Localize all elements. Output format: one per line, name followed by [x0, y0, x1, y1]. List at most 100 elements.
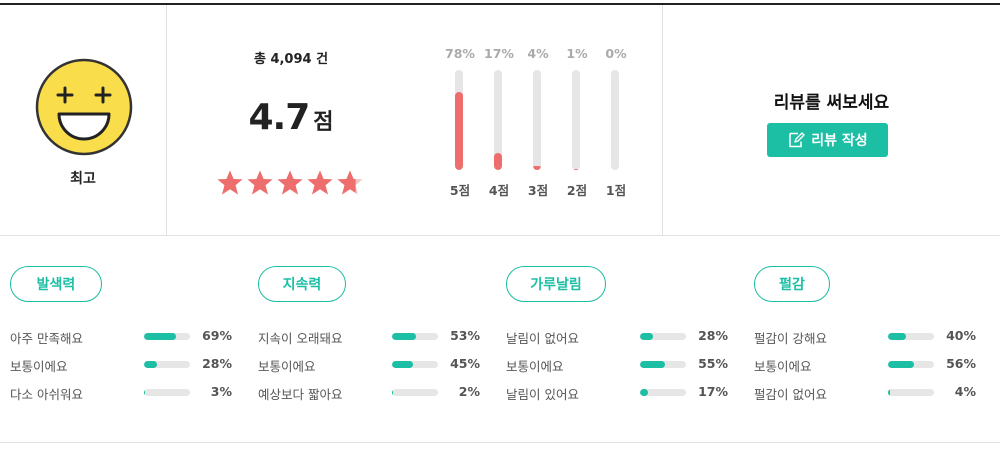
grade-panel: 최고: [0, 5, 166, 236]
attribute-title: 가루날림: [506, 266, 606, 302]
attribute-option-percent: 28%: [202, 356, 232, 371]
star-icon: [277, 170, 303, 195]
distribution-bar-track: [533, 70, 541, 170]
distribution-column: 4% 3점: [518, 5, 558, 236]
distribution-bar-track: [455, 70, 463, 170]
attribute-group: 펄감펄감이 강해요 40% 보통이에요 56% 펄감이 없어요 4%: [744, 236, 976, 443]
distribution-label: 1점: [605, 183, 627, 198]
bottom-divider: [0, 442, 1000, 443]
distribution-bar-track: [572, 70, 580, 170]
total-review-count: 총 4,094 건: [253, 52, 329, 67]
distribution-bar-track: [494, 70, 502, 170]
attribute-bar-track: [888, 361, 934, 368]
attribute-bar-track: [144, 361, 190, 368]
write-review-button[interactable]: 리뷰 작성: [767, 123, 888, 157]
attribute-option-label: 날림이 없어요: [506, 331, 579, 346]
attribute-bar-track: [888, 389, 934, 396]
distribution-bar-fill: [494, 153, 502, 170]
attribute-option-label: 보통이에요: [10, 359, 68, 374]
attribute-option-row: 날림이 없어요 28%: [506, 328, 728, 346]
attribute-option-label: 보통이에요: [754, 359, 812, 374]
attribute-bar-fill: [640, 361, 666, 368]
attribute-bar-track: [144, 389, 190, 396]
attribute-option-label: 지속이 오래돼요: [258, 331, 343, 346]
distribution-label: 3점: [527, 183, 549, 198]
attribute-bar-track: [640, 333, 686, 340]
attribute-bar-fill: [888, 389, 890, 396]
distribution-percent: 1%: [566, 46, 588, 61]
score-panel: 총 4,094 건 4.7 점: [166, 5, 416, 236]
distribution-label: 5점: [449, 183, 471, 198]
attribute-group: 발색력 아주 만족해요 69% 보통이에요 28% 다소 아쉬워요 3%: [0, 236, 232, 443]
distribution-bar-fill: [533, 166, 541, 170]
attribute-option-percent: 17%: [698, 384, 728, 399]
distribution-label: 2점: [566, 183, 588, 198]
attribute-option-label: 예상보다 짧아요: [258, 387, 343, 402]
attribute-bar-track: [144, 333, 190, 340]
attribute-bar-track: [888, 333, 934, 340]
attribute-bar-fill: [640, 333, 653, 340]
pencil-edit-icon: [789, 132, 805, 148]
attribute-option-row: 보통이에요 45%: [258, 356, 480, 374]
distribution-bar-track: [611, 70, 619, 170]
attribute-title: 발색력: [10, 266, 102, 302]
write-review-button-label: 리뷰 작성: [811, 133, 868, 149]
attribute-option-percent: 28%: [698, 328, 728, 343]
attribute-option-label: 펄감이 없어요: [754, 387, 827, 402]
attribute-option-label: 보통이에요: [258, 359, 316, 374]
attribute-bar-fill: [144, 389, 146, 396]
distribution-percent: 4%: [527, 46, 549, 61]
attribute-title: 지속력: [258, 266, 346, 302]
attribute-option-percent: 3%: [210, 384, 232, 399]
attribute-group: 지속력지속이 오래돼요 53% 보통이에요 45% 예상보다 짧아요 2%: [248, 236, 480, 443]
laughing-face-icon: [35, 58, 133, 156]
attribute-bar-fill: [888, 361, 914, 368]
attribute-option-label: 보통이에요: [506, 359, 564, 374]
attribute-title: 펄감: [754, 266, 830, 302]
attribute-option-percent: 69%: [202, 328, 232, 343]
star-icon: [247, 170, 273, 195]
distribution-column: 1% 2점: [557, 5, 597, 236]
attribute-bar-track: [392, 389, 438, 396]
attribute-bar-track: [640, 389, 686, 396]
attribute-option-row: 지속이 오래돼요 53%: [258, 328, 480, 346]
grade-label: 최고: [70, 171, 96, 187]
distribution-bar-fill: [455, 92, 463, 170]
star-icon: [307, 170, 333, 195]
rating-distribution: 78% 5점 17% 4점 4% 3점 1% 2점 0% 1점: [440, 5, 640, 236]
distribution-percent: 17%: [484, 46, 514, 61]
distribution-column: 17% 4점: [479, 5, 519, 236]
attribute-group: 가루날림 날림이 없어요 28% 보통이에요 55% 날림이 있어요 17%: [496, 236, 728, 443]
attribute-bar-fill: [144, 333, 176, 340]
attribute-bar-fill: [640, 389, 648, 396]
attribute-option-row: 다소 아쉬워요 3%: [10, 384, 232, 402]
attribute-option-label: 다소 아쉬워요: [10, 387, 83, 402]
distribution-column: 78% 5점: [440, 5, 480, 236]
attribute-bar-fill: [392, 361, 413, 368]
attribute-option-row: 날림이 있어요 17%: [506, 384, 728, 402]
distribution-bar-fill: [572, 169, 580, 170]
distribution-label: 4점: [488, 183, 510, 198]
average-score-unit: 점: [313, 110, 334, 135]
attribute-option-row: 펄감이 강해요 40%: [754, 328, 976, 346]
attribute-bar-fill: [888, 333, 907, 340]
distribution-percent: 78%: [445, 46, 475, 61]
attribute-bar-fill: [144, 361, 157, 368]
star-icon: [217, 170, 243, 195]
attribute-option-row: 예상보다 짧아요 2%: [258, 384, 480, 402]
attribute-option-percent: 2%: [458, 384, 480, 399]
attribute-bar-fill: [392, 333, 417, 340]
attribute-bar-track: [392, 333, 438, 340]
distribution-column: 0% 1점: [596, 5, 636, 236]
attribute-option-percent: 4%: [954, 384, 976, 399]
average-score: 4.7 점: [166, 97, 416, 138]
star-icon: [337, 170, 363, 195]
attribute-option-percent: 40%: [946, 328, 976, 343]
write-review-panel: 리뷰를 써보세요 리뷰 작성: [663, 5, 1000, 236]
attribute-option-label: 펄감이 강해요: [754, 331, 827, 346]
attribute-bar-track: [392, 361, 438, 368]
distribution-percent: 0%: [605, 46, 627, 61]
attribute-option-row: 보통이에요 56%: [754, 356, 976, 374]
attribute-option-percent: 56%: [946, 356, 976, 371]
review-summary: 최고 총 4,094 건 4.7 점 78% 5점 17% 4점 4% 3점 1% 2점 0% 1점…: [0, 5, 1000, 236]
